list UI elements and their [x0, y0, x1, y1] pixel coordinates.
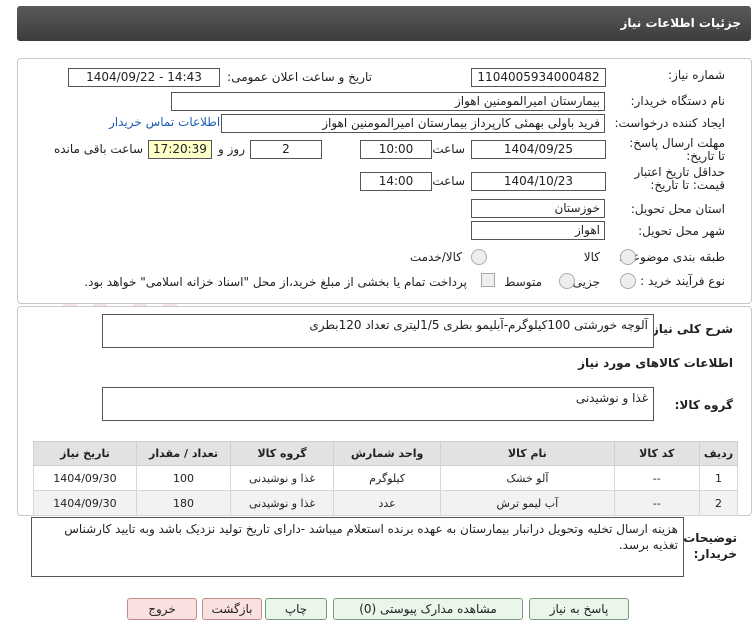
col-unit: واحد شمارش [332, 441, 442, 466]
col-quantity: تعداد / مقدار [135, 441, 232, 466]
deadline-label: مهلت ارسال پاسخ: تا تاریخ: [629, 136, 725, 163]
col-name: نام کالا [440, 441, 615, 466]
cell-name: آلو خشک [440, 465, 615, 491]
creator-label: ایجاد کننده درخواست: [614, 116, 725, 130]
validity-time-label: ساعت [432, 174, 465, 188]
validity-label: حداقل تاریخ اعتبار قیمت: تا تاریخ: [634, 165, 725, 192]
process-label: نوع فرآیند خرید : [640, 274, 725, 288]
province-label: استان محل تحویل: [630, 202, 725, 216]
validity-time-field: 14:00 [360, 172, 432, 191]
col-code: کد کالا [613, 441, 701, 466]
cell-need-date: 1404/09/30 [33, 490, 137, 516]
table-header-row: تاریخ نیاز تعداد / مقدار گروه کالا واحد … [33, 441, 738, 466]
reply-button[interactable]: پاسخ به نیاز [529, 598, 629, 620]
col-group: گروه کالا [230, 441, 334, 466]
deadline-time-label: ساعت [432, 142, 465, 156]
process-medium-radio[interactable] [559, 273, 575, 289]
print-button[interactable]: چاپ [265, 598, 327, 620]
category-goods-radio[interactable] [620, 249, 636, 265]
cell-quantity: 100 [135, 465, 232, 491]
col-row: ردیف [699, 441, 738, 466]
need-number-label: شماره نیاز: [668, 68, 725, 82]
category-goods-service-label: کالا/خدمت [409, 250, 462, 264]
table-row: 1404/09/30 180 غذا و نوشیدنی عدد آب لیمو… [33, 490, 738, 516]
buyer-org-field: بیمارستان امیرالمومنین اهواز [171, 92, 605, 111]
cell-row: 2 [699, 490, 738, 516]
remaining-label: ساعت باقی مانده [53, 142, 143, 156]
cell-code: -- [613, 490, 701, 516]
province-field: خوزستان [471, 199, 605, 218]
items-table: تاریخ نیاز تعداد / مقدار گروه کالا واحد … [33, 441, 738, 516]
cell-code: -- [613, 465, 701, 491]
announce-field: 1404/09/22 - 14:43 [68, 68, 220, 87]
deadline-date-field: 1404/09/25 [471, 140, 606, 159]
page-title: جزئیات اطلاعات نیاز [620, 16, 741, 30]
category-goods-service-radio[interactable] [471, 249, 487, 265]
cell-name: آب لیمو ترش [440, 490, 615, 516]
attachments-button[interactable]: مشاهده مدارک پیوستی (0) [333, 598, 523, 620]
remaining-time-field: 17:20:39 [148, 140, 212, 159]
city-field: اهواز [471, 221, 605, 240]
buyer-org-label: نام دستگاه خریدار: [630, 94, 726, 108]
validity-date-field: 1404/10/23 [471, 172, 606, 191]
process-minor-label: جزیی [572, 275, 600, 289]
table-row: 1404/09/30 100 غذا و نوشیدنی کیلوگرم آلو… [33, 465, 738, 491]
goods-info-title: اطلاعات کالاهای مورد نیاز [578, 356, 733, 370]
buyer-notes-textarea: هزینه ارسال تخلیه وتحویل درانبار بیمارست… [31, 517, 684, 577]
days-field: 2 [250, 140, 322, 159]
cell-group: غذا و نوشیدنی [230, 465, 334, 491]
process-minor-radio[interactable] [620, 273, 636, 289]
process-medium-label: متوسط [504, 275, 542, 289]
creator-field: فرید باولی بهمئی کارپرداز بیمارستان امیر… [221, 114, 605, 133]
cell-group: غذا و نوشیدنی [230, 490, 334, 516]
city-label: شهر محل تحویل: [638, 224, 725, 238]
exit-button[interactable]: خروج [127, 598, 197, 620]
buyer-contact-link[interactable]: اطلاعات تماس خریدار [109, 115, 220, 129]
summary-textarea: آلوچه خورشتی 100کیلوگرم-آبلیمو بطری 1/5ل… [102, 314, 654, 348]
buyer-notes-label: توضیحات خریدار: [683, 531, 737, 561]
back-button[interactable]: بازگشت [202, 598, 262, 620]
payment-note: پرداخت تمام یا بخشی از مبلغ خرید،از محل … [84, 275, 467, 289]
announce-label: تاریخ و ساعت اعلان عمومی: [227, 70, 372, 84]
deadline-time-field: 10:00 [360, 140, 432, 159]
cell-quantity: 180 [135, 490, 232, 516]
goods-group-label: گروه کالا: [674, 398, 733, 412]
need-number-field: 1104005934000482 [471, 68, 606, 87]
category-goods-label: کالا [583, 250, 600, 264]
cell-row: 1 [699, 465, 738, 491]
cell-unit: عدد [332, 490, 442, 516]
cell-unit: کیلوگرم [332, 465, 442, 491]
days-label: روز و [218, 142, 245, 156]
page-header: جزئیات اطلاعات نیاز [17, 6, 751, 41]
summary-label: شرح کلی نیاز: [647, 322, 733, 336]
goods-group-textarea: غذا و نوشیدنی [102, 387, 654, 421]
col-need-date: تاریخ نیاز [33, 441, 137, 466]
treasury-payment-checkbox[interactable] [481, 273, 495, 287]
cell-need-date: 1404/09/30 [33, 465, 137, 491]
